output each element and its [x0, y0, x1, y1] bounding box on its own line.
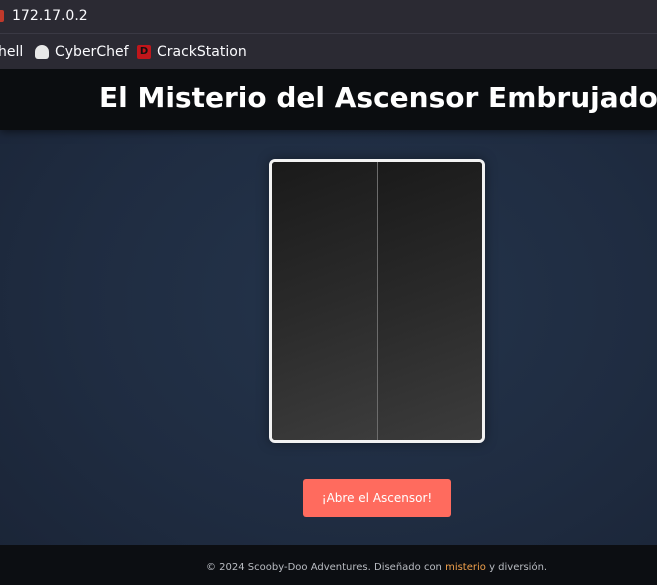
site-footer: © 2024 Scooby-Doo Adventures. Diseñado c… [0, 545, 657, 585]
elevator-door-right [377, 162, 482, 440]
site-header: El Misterio del Ascensor Embrujado [0, 69, 657, 130]
bookmarks-toolbar: hell CyberChef D CrackStation [0, 34, 657, 69]
bookmark-label: CyberChef [55, 44, 129, 60]
bookmark-label: CrackStation [157, 44, 247, 60]
footer-link[interactable]: misterio [445, 562, 486, 573]
url-text[interactable]: 172.17.0.2 [12, 8, 88, 24]
address-bar[interactable]: 172.17.0.2 [0, 0, 657, 34]
insecure-site-icon[interactable] [0, 10, 4, 22]
page-content: El Misterio del Ascensor Embrujado ¡Abre… [0, 69, 657, 585]
page-title: El Misterio del Ascensor Embrujado [99, 81, 657, 114]
bookmark-cyberchef[interactable]: CyberChef [35, 44, 129, 60]
chef-hat-icon [35, 45, 49, 59]
bookmark-crackstation[interactable]: D CrackStation [137, 44, 247, 60]
bookmark-label: hell [0, 44, 24, 60]
footer-suffix: y diversión. [485, 562, 548, 573]
elevator-door-left [272, 162, 378, 440]
crackstation-icon: D [137, 45, 151, 59]
footer-prefix: © 2024 Scooby-Doo Adventures. Diseñado c… [206, 562, 446, 573]
bookmark-shell[interactable]: hell [0, 44, 23, 60]
footer-text: © 2024 Scooby-Doo Adventures. Diseñado c… [206, 562, 547, 573]
open-elevator-button[interactable]: ¡Abre el Ascensor! [303, 479, 451, 517]
elevator [269, 159, 485, 443]
